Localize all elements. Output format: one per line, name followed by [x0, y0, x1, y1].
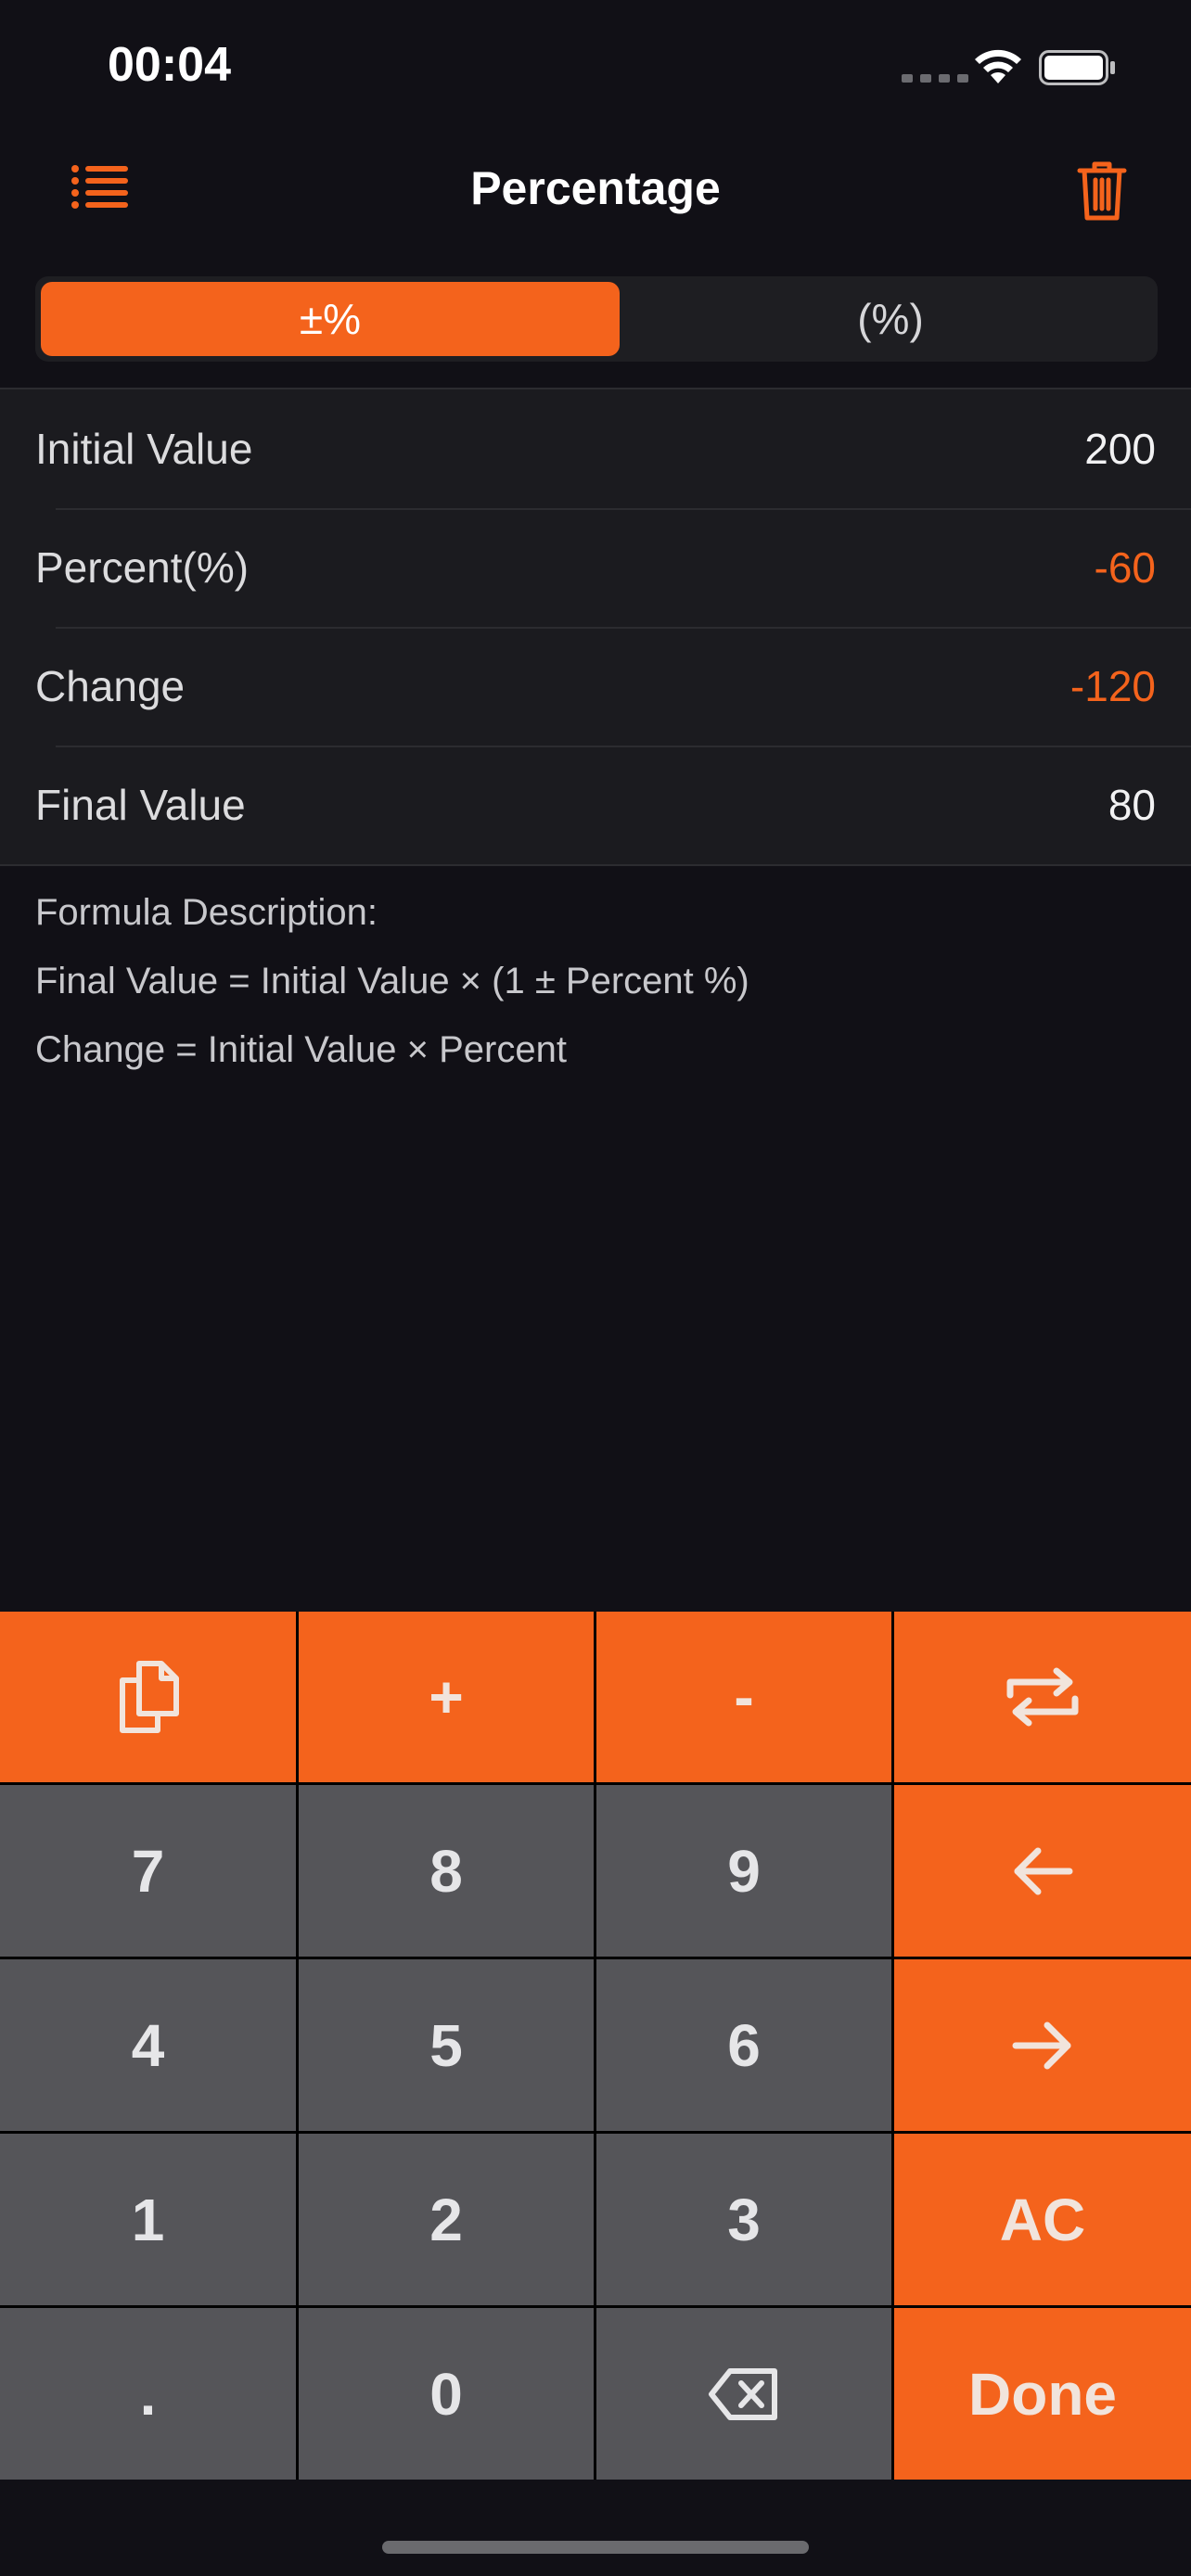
key-7[interactable]: 7: [0, 1785, 296, 1957]
minus-button[interactable]: -: [596, 1612, 891, 1782]
status-bar: 00:04: [0, 0, 1191, 130]
final-value-row[interactable]: Final Value 80: [0, 746, 1191, 864]
swap-icon: [1006, 1667, 1079, 1727]
wifi-icon: [975, 49, 1021, 83]
page-title: Percentage: [470, 162, 721, 214]
copy-button[interactable]: [0, 1612, 296, 1782]
right-arrow-icon: [1012, 2021, 1071, 2069]
decimal-point-key[interactable]: .: [0, 2308, 296, 2480]
key-8[interactable]: 8: [299, 1785, 594, 1957]
mode-segmented-control: ±% (%): [35, 276, 1158, 362]
left-arrow-icon: [1014, 1847, 1073, 1894]
final-value-field[interactable]: 80: [1108, 780, 1156, 830]
plus-button[interactable]: +: [299, 1612, 594, 1782]
swap-button[interactable]: [894, 1612, 1191, 1782]
key-9[interactable]: 9: [596, 1785, 891, 1957]
clear-all-button[interactable]: AC: [894, 2134, 1191, 2305]
left-arrow-button[interactable]: [894, 1785, 1191, 1957]
key-3[interactable]: 3: [596, 2134, 891, 2305]
key-2[interactable]: 2: [299, 2134, 594, 2305]
percent-field[interactable]: -60: [1095, 542, 1156, 593]
keypad: + - 7 8 9 4 5 6 1 2 3 AC . 0 Done: [0, 1612, 1191, 2480]
battery-icon: [1039, 50, 1115, 85]
copy-icon: [119, 1661, 179, 1733]
trash-icon[interactable]: [1076, 159, 1128, 223]
values-list: Initial Value 200 Percent(%) -60 Change …: [0, 388, 1191, 866]
status-time: 00:04: [108, 38, 231, 92]
tab-plus-minus-percent[interactable]: ±%: [41, 282, 620, 356]
initial-value-field[interactable]: 200: [1084, 424, 1156, 474]
cellular-signal-icon: [902, 74, 968, 83]
tab-percent[interactable]: (%): [629, 282, 1152, 356]
done-button[interactable]: Done: [894, 2308, 1191, 2480]
key-0[interactable]: 0: [299, 2308, 594, 2480]
formula-description: Formula Description: Final Value = Initi…: [35, 892, 1148, 1098]
key-1[interactable]: 1: [0, 2134, 296, 2305]
key-5[interactable]: 5: [299, 1959, 594, 2131]
change-field[interactable]: -120: [1070, 661, 1156, 711]
right-arrow-button[interactable]: [894, 1959, 1191, 2131]
percent-row[interactable]: Percent(%) -60: [0, 508, 1191, 627]
backspace-icon: [709, 2367, 777, 2420]
key-4[interactable]: 4: [0, 1959, 296, 2131]
formula-heading: Formula Description:: [35, 892, 378, 933]
change-row[interactable]: Change -120: [0, 627, 1191, 746]
formula-line-final: Final Value = Initial Value × (1 ± Perce…: [35, 961, 749, 1001]
row-label: Initial Value: [35, 425, 253, 473]
row-label: Percent(%): [35, 543, 250, 592]
key-6[interactable]: 6: [596, 1959, 891, 2131]
row-label: Final Value: [35, 781, 246, 829]
backspace-button[interactable]: [596, 2308, 891, 2480]
formula-line-change: Change = Initial Value × Percent: [35, 1029, 567, 1070]
row-label: Change: [35, 662, 186, 710]
initial-value-row[interactable]: Initial Value 200: [0, 389, 1191, 508]
home-indicator: [382, 2541, 809, 2554]
